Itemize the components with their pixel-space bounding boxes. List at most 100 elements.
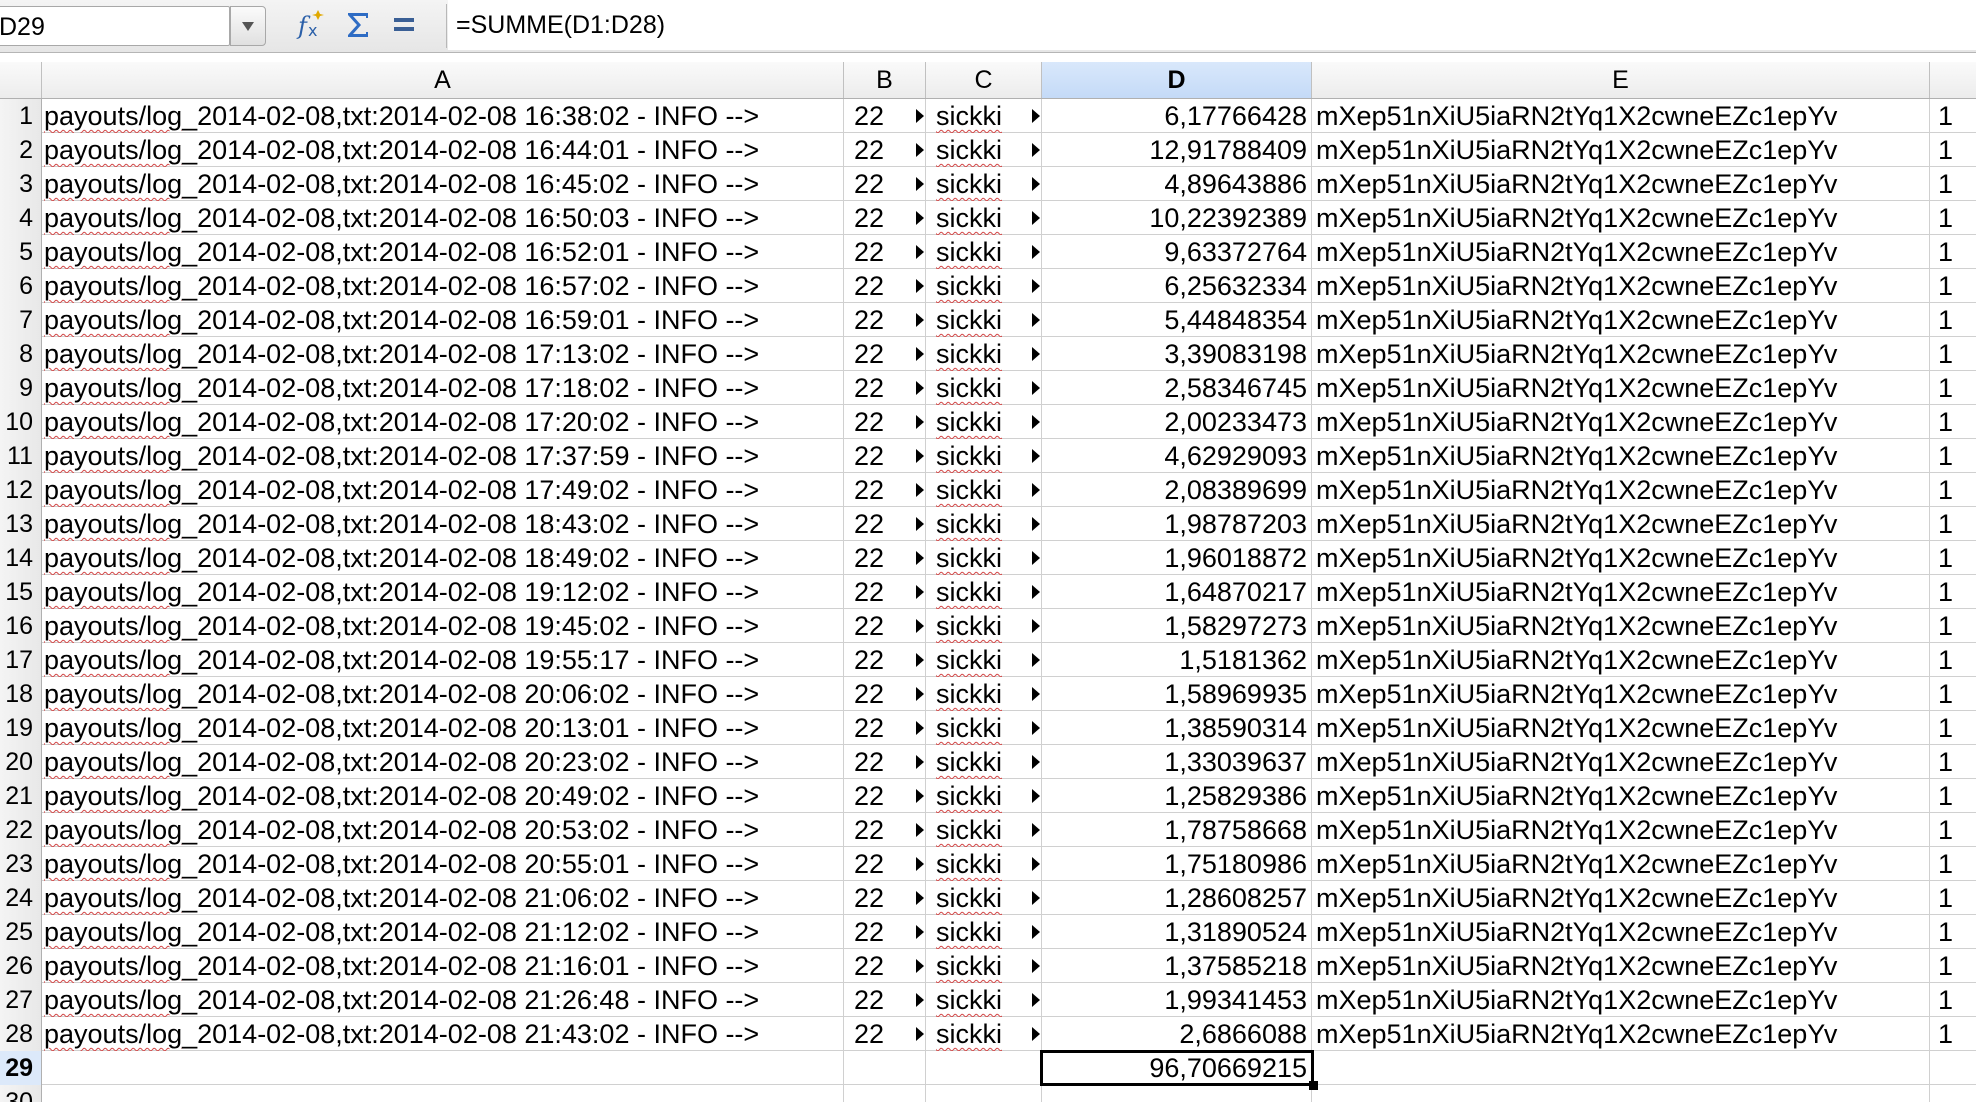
cell-e[interactable]: mXep51nXiU5iaRN2tYq1X2cwneEZc1epYv <box>1312 677 1930 711</box>
cell-e[interactable]: mXep51nXiU5iaRN2tYq1X2cwneEZc1epYv <box>1312 507 1930 541</box>
cell-a[interactable]: payouts/log_2014-02-08,txt:2014-02-08 19… <box>42 643 844 677</box>
row-header[interactable]: 20 <box>0 745 42 779</box>
cell-f[interactable]: 1 <box>1930 609 1976 643</box>
fill-handle[interactable] <box>1309 1081 1318 1090</box>
sum-button[interactable] <box>340 6 376 44</box>
cell-b[interactable]: 22 <box>844 337 926 371</box>
cell-b[interactable]: 22 <box>844 915 926 949</box>
row-header[interactable]: 16 <box>0 609 42 643</box>
cell-f[interactable]: 1 <box>1930 983 1976 1017</box>
cell-c[interactable]: sickki <box>926 507 1042 541</box>
cell-f[interactable]: 1 <box>1930 541 1976 575</box>
row-header[interactable]: 28 <box>0 1017 42 1051</box>
cell-f[interactable] <box>1930 1051 1976 1085</box>
cell-a[interactable]: payouts/log_2014-02-08,txt:2014-02-08 17… <box>42 473 844 507</box>
cell-b[interactable]: 22 <box>844 711 926 745</box>
cell-b[interactable]: 22 <box>844 405 926 439</box>
cell-a[interactable]: payouts/log_2014-02-08,txt:2014-02-08 16… <box>42 269 844 303</box>
cell-d[interactable]: 9,63372764 <box>1042 235 1312 269</box>
cell-f[interactable]: 1 <box>1930 745 1976 779</box>
cell-c[interactable]: sickki <box>926 405 1042 439</box>
cell-b[interactable] <box>844 1051 926 1085</box>
cell-f[interactable]: 1 <box>1930 473 1976 507</box>
cell-c[interactable]: sickki <box>926 235 1042 269</box>
cell-c[interactable]: sickki <box>926 847 1042 881</box>
name-box-dropdown-button[interactable] <box>230 6 266 46</box>
cell-a[interactable]: payouts/log_2014-02-08,txt:2014-02-08 16… <box>42 235 844 269</box>
cell-d[interactable]: 1,58969935 <box>1042 677 1312 711</box>
cell-d[interactable]: 2,08389699 <box>1042 473 1312 507</box>
cell-a[interactable]: payouts/log_2014-02-08,txt:2014-02-08 17… <box>42 405 844 439</box>
column-header-b[interactable]: B <box>844 62 926 98</box>
row-header[interactable]: 3 <box>0 167 42 201</box>
cell-e[interactable]: mXep51nXiU5iaRN2tYq1X2cwneEZc1epYv <box>1312 201 1930 235</box>
cell-b[interactable]: 22 <box>844 99 926 133</box>
cell-a[interactable]: payouts/log_2014-02-08,txt:2014-02-08 21… <box>42 915 844 949</box>
cell-b[interactable]: 22 <box>844 303 926 337</box>
row-header[interactable]: 18 <box>0 677 42 711</box>
cell-e[interactable]: mXep51nXiU5iaRN2tYq1X2cwneEZc1epYv <box>1312 99 1930 133</box>
cell-d[interactable]: 2,00233473 <box>1042 405 1312 439</box>
cell-f[interactable]: 1 <box>1930 167 1976 201</box>
cell-e[interactable]: mXep51nXiU5iaRN2tYq1X2cwneEZc1epYv <box>1312 439 1930 473</box>
function-wizard-button[interactable]: f x <box>294 6 330 44</box>
cell-f[interactable]: 1 <box>1930 575 1976 609</box>
cell-c[interactable]: sickki <box>926 541 1042 575</box>
row-header[interactable]: 19 <box>0 711 42 745</box>
row-header[interactable]: 4 <box>0 201 42 235</box>
cell-d[interactable]: 10,22392389 <box>1042 201 1312 235</box>
cell-f[interactable]: 1 <box>1930 507 1976 541</box>
cell-c[interactable]: sickki <box>926 813 1042 847</box>
cell-e[interactable]: mXep51nXiU5iaRN2tYq1X2cwneEZc1epYv <box>1312 303 1930 337</box>
cell-e[interactable]: mXep51nXiU5iaRN2tYq1X2cwneEZc1epYv <box>1312 881 1930 915</box>
column-header-a[interactable]: A <box>42 62 844 98</box>
row-header[interactable]: 13 <box>0 507 42 541</box>
cell-b[interactable]: 22 <box>844 813 926 847</box>
cell-e[interactable] <box>1312 1051 1930 1085</box>
cell-f[interactable] <box>1930 1085 1976 1102</box>
cell-e[interactable]: mXep51nXiU5iaRN2tYq1X2cwneEZc1epYv <box>1312 745 1930 779</box>
cell-f[interactable]: 1 <box>1930 813 1976 847</box>
row-header[interactable]: 30 <box>0 1085 42 1102</box>
cell-a[interactable]: payouts/log_2014-02-08,txt:2014-02-08 21… <box>42 983 844 1017</box>
cell-a[interactable]: payouts/log_2014-02-08,txt:2014-02-08 18… <box>42 541 844 575</box>
cell-c[interactable]: sickki <box>926 99 1042 133</box>
name-box[interactable]: D29 <box>0 6 230 46</box>
cell-c[interactable]: sickki <box>926 983 1042 1017</box>
cell-c[interactable]: sickki <box>926 915 1042 949</box>
cell-e[interactable]: mXep51nXiU5iaRN2tYq1X2cwneEZc1epYv <box>1312 371 1930 405</box>
cell-f[interactable]: 1 <box>1930 439 1976 473</box>
cell-c[interactable]: sickki <box>926 609 1042 643</box>
cell-a[interactable]: payouts/log_2014-02-08,txt:2014-02-08 16… <box>42 167 844 201</box>
cell-e[interactable]: mXep51nXiU5iaRN2tYq1X2cwneEZc1epYv <box>1312 711 1930 745</box>
cell-d[interactable]: 4,89643886 <box>1042 167 1312 201</box>
cell-a[interactable]: payouts/log_2014-02-08,txt:2014-02-08 20… <box>42 779 844 813</box>
cell-f[interactable]: 1 <box>1930 915 1976 949</box>
cell-c[interactable]: sickki <box>926 201 1042 235</box>
cell-a[interactable]: payouts/log_2014-02-08,txt:2014-02-08 19… <box>42 575 844 609</box>
cell-f[interactable]: 1 <box>1930 779 1976 813</box>
cell-a[interactable]: payouts/log_2014-02-08,txt:2014-02-08 20… <box>42 677 844 711</box>
cell-d[interactable]: 1,38590314 <box>1042 711 1312 745</box>
cell-e[interactable]: mXep51nXiU5iaRN2tYq1X2cwneEZc1epYv <box>1312 609 1930 643</box>
cell-e[interactable]: mXep51nXiU5iaRN2tYq1X2cwneEZc1epYv <box>1312 541 1930 575</box>
cell-a[interactable]: payouts/log_2014-02-08,txt:2014-02-08 16… <box>42 303 844 337</box>
cell-b[interactable]: 22 <box>844 371 926 405</box>
cell-e[interactable]: mXep51nXiU5iaRN2tYq1X2cwneEZc1epYv <box>1312 813 1930 847</box>
cell-c[interactable] <box>926 1051 1042 1085</box>
cell-f[interactable]: 1 <box>1930 643 1976 677</box>
cell-b[interactable]: 22 <box>844 779 926 813</box>
cell-f[interactable]: 1 <box>1930 1017 1976 1051</box>
cell-e[interactable]: mXep51nXiU5iaRN2tYq1X2cwneEZc1epYv <box>1312 983 1930 1017</box>
row-header[interactable]: 1 <box>0 99 42 133</box>
cell-d[interactable]: 1,58297273 <box>1042 609 1312 643</box>
row-header[interactable]: 21 <box>0 779 42 813</box>
cell-d[interactable]: 6,25632334 <box>1042 269 1312 303</box>
cell-c[interactable]: sickki <box>926 167 1042 201</box>
row-header[interactable]: 27 <box>0 983 42 1017</box>
cell-e[interactable]: mXep51nXiU5iaRN2tYq1X2cwneEZc1epYv <box>1312 235 1930 269</box>
cell-e[interactable]: mXep51nXiU5iaRN2tYq1X2cwneEZc1epYv <box>1312 779 1930 813</box>
cell-b[interactable]: 22 <box>844 473 926 507</box>
cell-d[interactable]: 1,99341453 <box>1042 983 1312 1017</box>
row-header[interactable]: 12 <box>0 473 42 507</box>
